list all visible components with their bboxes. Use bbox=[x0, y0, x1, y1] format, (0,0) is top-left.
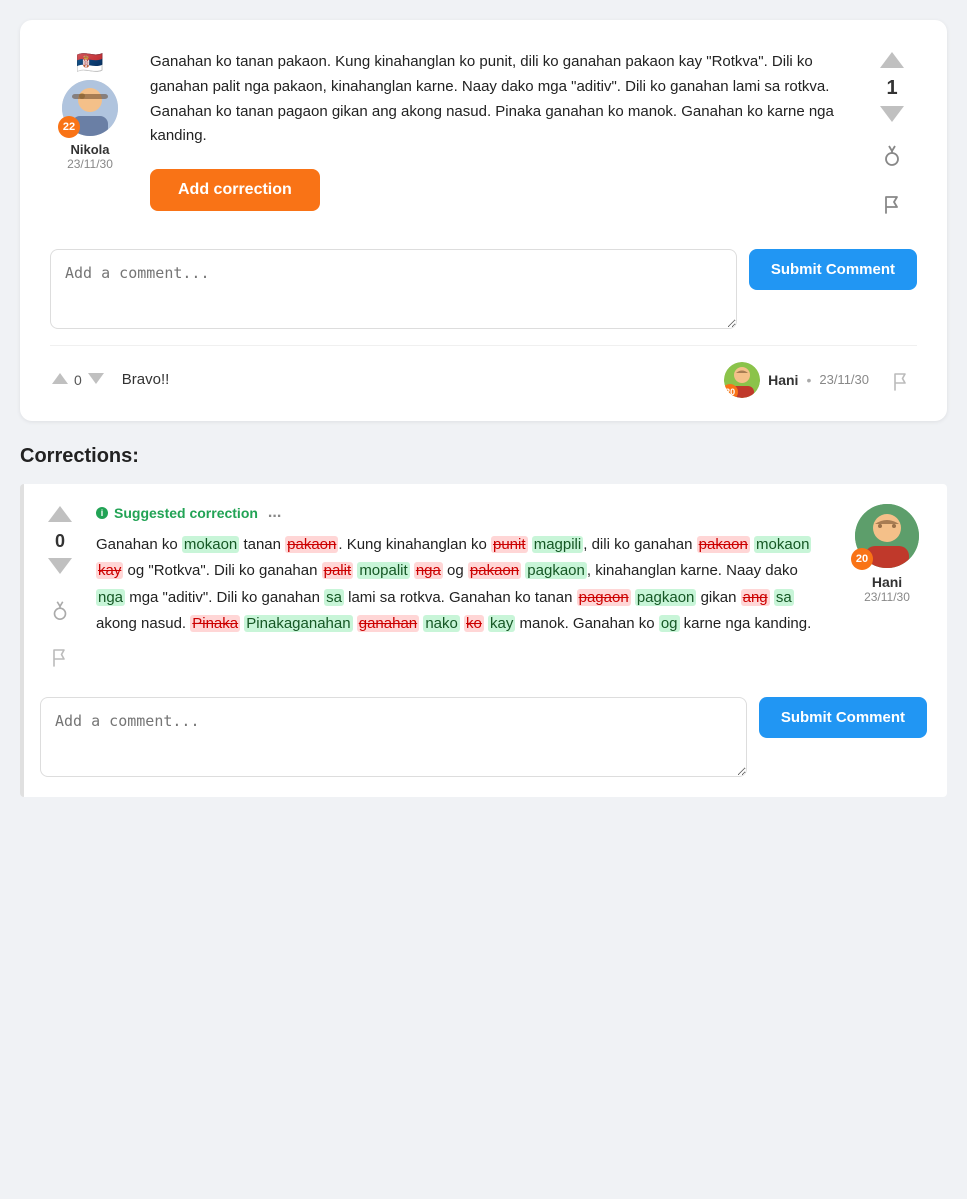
flag-icon bbox=[881, 194, 903, 216]
ins-pinakaganahan: Pinakaganahan bbox=[244, 615, 352, 632]
downvote-button[interactable] bbox=[878, 104, 906, 127]
del-palit: palit bbox=[322, 562, 354, 579]
comment-downvote-icon bbox=[88, 373, 104, 384]
comment-flag-button[interactable] bbox=[885, 366, 917, 401]
suggested-label: i Suggested correction ... bbox=[96, 504, 831, 522]
flag-button[interactable] bbox=[875, 188, 909, 225]
del-pagaon: pagaon bbox=[577, 589, 631, 606]
correction-flag-button[interactable] bbox=[44, 642, 76, 677]
ins-sa: sa bbox=[324, 589, 344, 606]
ins-mopalit: mopalit bbox=[357, 562, 409, 579]
del-pakaon-3: pakaon bbox=[468, 562, 521, 579]
comment-downvote-button[interactable] bbox=[86, 370, 106, 389]
correction-upvote-button[interactable] bbox=[46, 504, 74, 527]
correction-author-date: 23/11/30 bbox=[864, 590, 910, 604]
del-nga: nga bbox=[414, 562, 443, 579]
ins-kay: kay bbox=[488, 615, 515, 632]
correction-author-name: Hani bbox=[872, 574, 902, 590]
comment-vote: 0 bbox=[50, 370, 106, 389]
ins-nako: nako bbox=[423, 615, 460, 632]
comment-author-name: Hani bbox=[768, 372, 798, 388]
correction-upvote-icon bbox=[48, 506, 72, 522]
corrections-section: Corrections: 0 bbox=[20, 445, 947, 797]
medal-icon bbox=[880, 143, 904, 167]
author-avatar-wrap: 22 bbox=[62, 80, 118, 136]
post-card: 🇷🇸 22 Nikola 23/11/30 Gana bbox=[20, 20, 947, 421]
correction-author-col: 20 Hani 23/11/30 bbox=[847, 504, 927, 677]
correction-medal-icon bbox=[49, 599, 71, 621]
correction-avatar-wrap: 20 bbox=[855, 504, 919, 568]
correction-comment-input[interactable] bbox=[40, 697, 747, 777]
ins-sa: sa bbox=[774, 589, 794, 606]
del-punit: punit bbox=[491, 536, 528, 553]
ins-og: og bbox=[659, 615, 680, 632]
post-text: Ganahan ko tanan pakaon. Kung kinahangla… bbox=[150, 50, 847, 225]
correction-vote-col: 0 bbox=[40, 504, 80, 677]
correction-downvote-icon bbox=[48, 558, 72, 574]
upvote-arrow-icon bbox=[880, 52, 904, 68]
suggested-dots: ... bbox=[268, 504, 281, 522]
correction-inner: 0 bbox=[40, 504, 927, 677]
author-col: 🇷🇸 22 Nikola 23/11/30 bbox=[50, 50, 130, 225]
post-area: 🇷🇸 22 Nikola 23/11/30 Gana bbox=[50, 50, 917, 225]
comment-author-date: 23/11/30 bbox=[819, 372, 869, 387]
ins-pagkaon-2: pagkaon bbox=[635, 589, 697, 606]
comment-row: 0 Bravo!! 20 Hani • 23/11/30 bbox=[50, 345, 917, 401]
comment-input[interactable] bbox=[50, 249, 737, 329]
correction-content: i Suggested correction ... Ganahan ko mo… bbox=[96, 504, 831, 677]
medal-button[interactable] bbox=[874, 137, 910, 176]
ins-nga: nga bbox=[96, 589, 125, 606]
correction-flag-icon bbox=[50, 648, 70, 668]
ins-pagkaon-1: pagkaon bbox=[525, 562, 587, 579]
del-ko: ko bbox=[464, 615, 484, 632]
vote-count: 1 bbox=[886, 77, 897, 100]
comment-dot: • bbox=[806, 372, 811, 388]
corrections-title: Corrections: bbox=[20, 445, 947, 468]
del-pakaon-1: pakaon bbox=[285, 536, 338, 553]
add-correction-button[interactable]: Add correction bbox=[150, 169, 320, 211]
comment-area: Submit Comment bbox=[50, 249, 917, 329]
upvote-button[interactable] bbox=[878, 50, 906, 73]
comment-text: Bravo!! bbox=[122, 371, 708, 388]
del-ganahan: ganahan bbox=[357, 615, 419, 632]
correction-level-badge: 20 bbox=[851, 548, 873, 570]
correction-downvote-button[interactable] bbox=[46, 556, 74, 579]
del-kay: kay bbox=[96, 562, 123, 579]
post-body-text: Ganahan ko tanan pakaon. Kung kinahangla… bbox=[150, 53, 834, 144]
downvote-arrow-icon bbox=[880, 106, 904, 122]
correction-card: 0 bbox=[20, 484, 947, 797]
flag-emoji: 🇷🇸 bbox=[76, 50, 103, 76]
del-pakaon-2: pakaon bbox=[697, 536, 750, 553]
author-level-badge: 22 bbox=[58, 116, 80, 138]
del-pinaka: Pinaka bbox=[190, 615, 240, 632]
correction-medal-button[interactable] bbox=[43, 593, 77, 630]
correction-comment-area: Submit Comment bbox=[40, 697, 927, 777]
ins-mokaon: mokaon bbox=[182, 536, 239, 553]
comment-upvote-icon bbox=[52, 373, 68, 384]
comment-avatar-wrap: 20 bbox=[724, 362, 760, 398]
comment-author-area: 20 Hani • 23/11/30 bbox=[724, 362, 869, 398]
correction-text: Ganahan ko mokaon tanan pakaon. Kung kin… bbox=[96, 532, 831, 637]
comment-vote-count: 0 bbox=[74, 372, 82, 388]
submit-comment-button[interactable]: Submit Comment bbox=[749, 249, 917, 290]
vote-col: 1 bbox=[867, 50, 917, 225]
del-ang: ang bbox=[741, 589, 770, 606]
author-name: Nikola bbox=[70, 142, 109, 157]
correction-submit-button[interactable]: Submit Comment bbox=[759, 697, 927, 738]
comment-upvote-button[interactable] bbox=[50, 370, 70, 389]
suggested-label-text: Suggested correction bbox=[114, 505, 258, 521]
correction-vote-count: 0 bbox=[55, 531, 65, 552]
ins-magpili: magpili bbox=[532, 536, 584, 553]
author-date: 23/11/30 bbox=[67, 157, 113, 171]
comment-flag-icon bbox=[891, 372, 911, 392]
suggested-dot-icon: i bbox=[96, 507, 108, 519]
ins-mokaon-2: mokaon bbox=[754, 536, 811, 553]
